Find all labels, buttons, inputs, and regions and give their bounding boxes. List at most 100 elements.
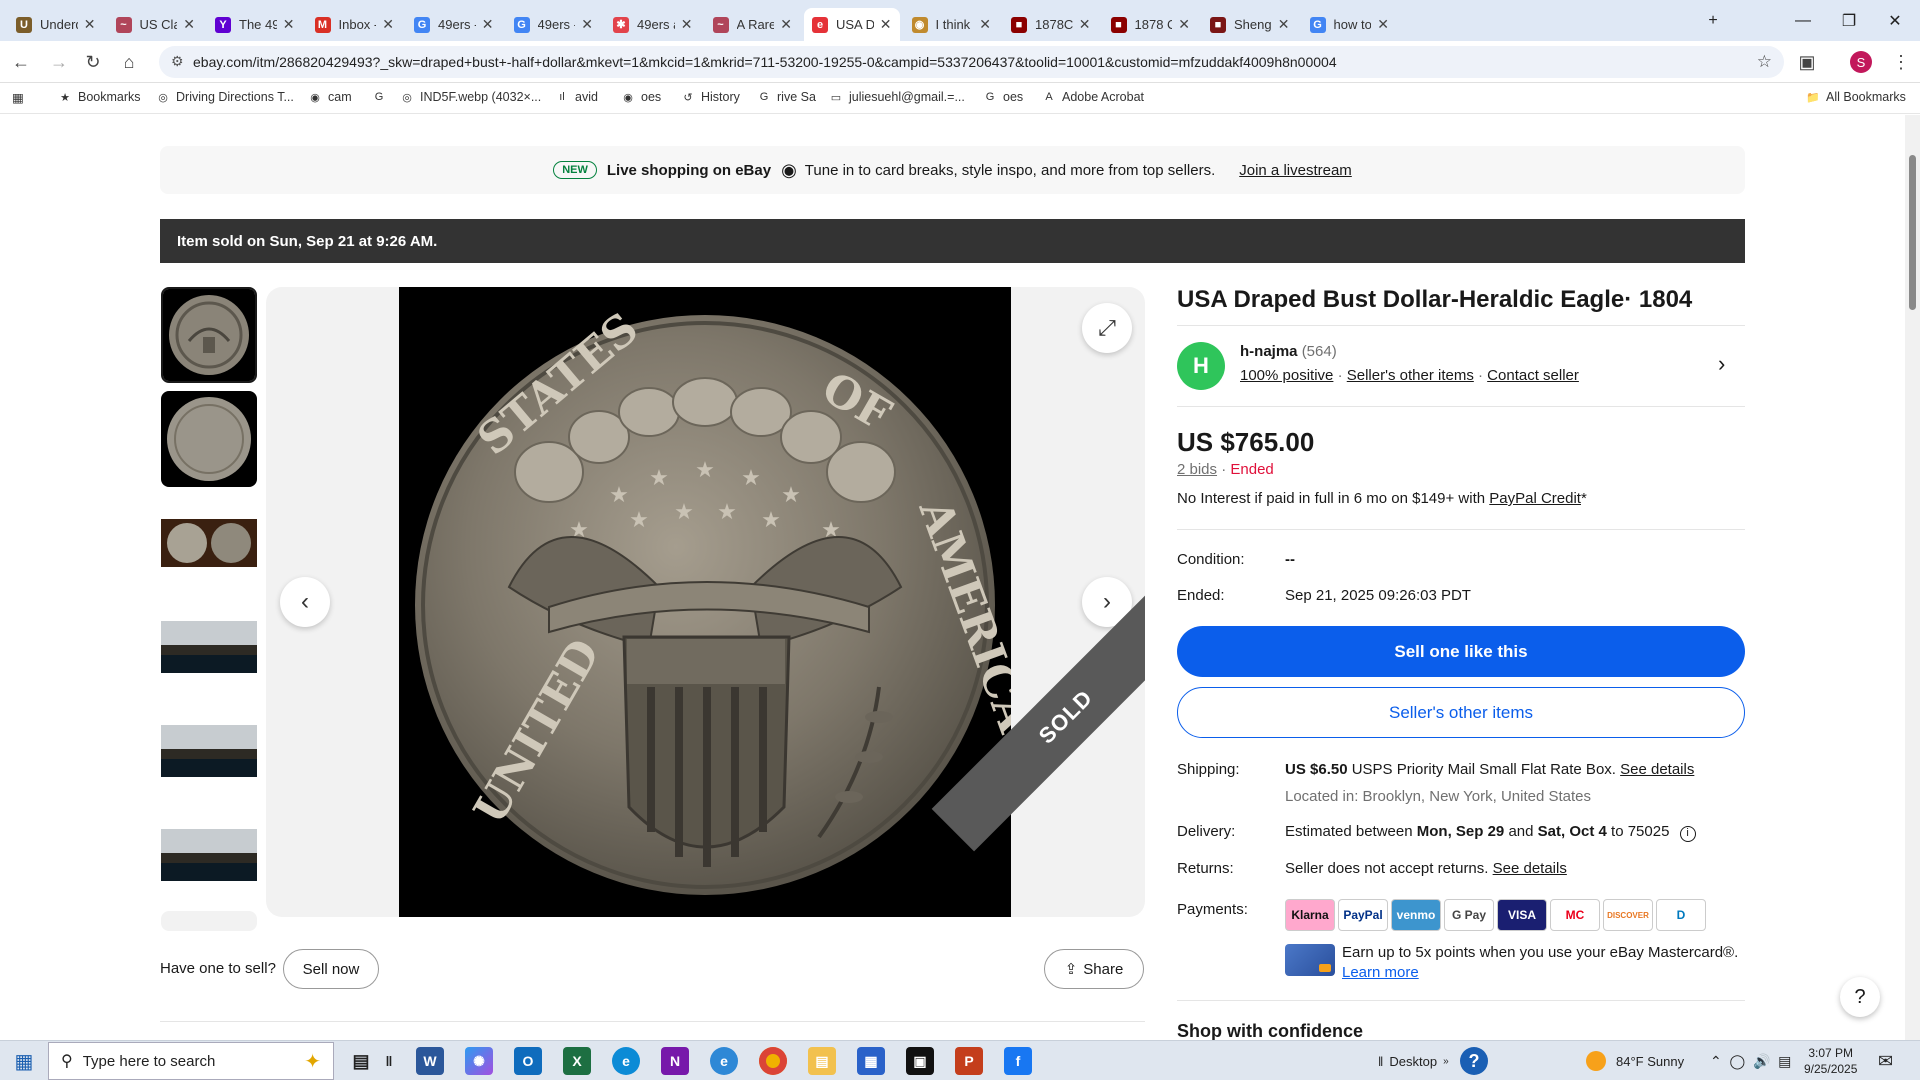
bids-link[interactable]: 2 bids xyxy=(1177,461,1217,478)
bookmark-item[interactable]: ▭ juliesuehl@gmail.=... xyxy=(829,90,965,104)
photos-icon[interactable]: ▣ xyxy=(906,1047,934,1075)
copilot-icon[interactable]: ✺ xyxy=(465,1047,493,1075)
tab-close-icon[interactable]: ✕ xyxy=(780,16,792,33)
tab-close-icon[interactable]: ✕ xyxy=(1278,16,1290,33)
browser-tab[interactable]: ■ 1878CC T ✕ xyxy=(1003,8,1099,41)
help-button[interactable]: ? xyxy=(1840,977,1880,1017)
browser-tab[interactable]: ■ Shengcoi ✕ xyxy=(1202,8,1298,41)
browser-tab[interactable]: ◉ I think Eb ✕ xyxy=(904,8,1000,41)
seller-other-items-link[interactable]: Seller's other items xyxy=(1347,367,1474,384)
sell-one-like-this-button[interactable]: Sell one like this xyxy=(1177,626,1745,677)
word-icon[interactable]: W xyxy=(416,1047,444,1075)
join-livestream-link[interactable]: Join a livestream xyxy=(1239,162,1352,179)
weather-widget[interactable]: 84°F Sunny xyxy=(1586,1041,1684,1081)
restore-button[interactable]: ❐ xyxy=(1826,0,1872,41)
home-icon[interactable]: ⌂ xyxy=(116,49,142,75)
task-view-icon[interactable]: ▤ xyxy=(347,1047,375,1075)
minimize-button[interactable]: — xyxy=(1780,0,1826,41)
desktop-toolbar[interactable]: ‖ Desktop» xyxy=(1378,1041,1449,1081)
facebook-icon[interactable]: f xyxy=(1004,1047,1032,1075)
close-window-button[interactable]: ✕ xyxy=(1872,0,1918,41)
bookmark-item[interactable]: ↺ History xyxy=(681,90,740,104)
thumbnail-5[interactable] xyxy=(161,703,257,799)
paypal-credit-link[interactable]: PayPal Credit xyxy=(1489,490,1581,507)
seller-positive-link[interactable]: 100% positive xyxy=(1240,367,1333,384)
edge-icon[interactable]: e xyxy=(612,1047,640,1075)
browser-tab[interactable]: Y The 49er ✕ xyxy=(207,8,303,41)
new-tab-button[interactable]: + xyxy=(1690,0,1736,41)
notifications-icon[interactable]: ✉ xyxy=(1878,1041,1893,1081)
outlook-icon[interactable]: O xyxy=(514,1047,542,1075)
main-image-viewer[interactable]: ★★★ ★★★ ★★★ ★★★★ xyxy=(266,287,1145,917)
previous-image-button[interactable]: ‹ xyxy=(280,577,330,627)
seller-name[interactable]: h-najma xyxy=(1240,343,1298,360)
chrome-icon[interactable] xyxy=(759,1047,787,1075)
browser-tab[interactable]: ~ US Classi ✕ xyxy=(108,8,204,41)
thumbnail-1[interactable] xyxy=(161,287,257,383)
browser-tab[interactable]: Ghow to ta ✕ xyxy=(1302,8,1398,41)
apps-grid-icon[interactable]: ▦ xyxy=(12,90,24,105)
bookmark-item[interactable]: ◉ oes xyxy=(621,90,661,104)
chevron-right-icon[interactable]: › xyxy=(1718,351,1725,377)
info-icon[interactable]: i xyxy=(1679,826,1696,842)
tab-close-icon[interactable]: ✕ xyxy=(681,16,693,33)
store-icon[interactable]: ▦ xyxy=(857,1047,885,1075)
bookmark-item[interactable]: ★ Bookmarks xyxy=(58,90,140,104)
forward-icon[interactable]: → xyxy=(46,49,72,75)
tab-close-icon[interactable]: ✕ xyxy=(880,16,892,33)
tab-close-icon[interactable]: ✕ xyxy=(382,16,394,33)
browser-tab[interactable]: ~ A Rarely ✕ xyxy=(705,8,801,41)
onenote-icon[interactable]: N xyxy=(661,1047,689,1075)
browser-tab[interactable]: e USA Drap ✕ xyxy=(804,8,900,41)
clock[interactable]: 3:07 PM 9/25/2025 xyxy=(1804,1041,1857,1081)
browser-tab[interactable]: M Inbox - b ✕ xyxy=(307,8,403,41)
tab-close-icon[interactable]: ✕ xyxy=(283,16,295,33)
thumbnail-2[interactable] xyxy=(161,391,257,487)
bookmark-item[interactable]: A Adobe Acrobat xyxy=(1042,90,1144,104)
system-tray-icons[interactable]: ⌃ ◯ 🔊 ▤ xyxy=(1710,1041,1791,1081)
scrollbar-thumb[interactable] xyxy=(1909,155,1916,310)
bookmark-star-icon[interactable]: ☆ xyxy=(1757,52,1772,72)
tab-close-icon[interactable]: ✕ xyxy=(979,16,991,33)
tab-close-icon[interactable]: ✕ xyxy=(1079,16,1091,33)
site-info-icon[interactable]: ⚙ xyxy=(171,53,184,70)
bookmark-item[interactable]: Grive Sa xyxy=(757,90,816,104)
contact-seller-link[interactable]: Contact seller xyxy=(1487,367,1579,384)
bookmark-item[interactable]: ◎ Driving Directions T... xyxy=(156,90,294,104)
share-button[interactable]: ⇪ Share xyxy=(1044,949,1144,989)
bookmark-item[interactable]: ıl avid xyxy=(555,90,598,104)
thumbnail-3[interactable] xyxy=(161,495,257,591)
menu-kebab-icon[interactable]: ⋮ xyxy=(1888,49,1914,75)
help-assistant-icon[interactable]: ? xyxy=(1460,1047,1488,1075)
bookmark-item[interactable]: Goes xyxy=(983,90,1023,104)
expand-icon[interactable]: ⤢ xyxy=(1082,303,1132,353)
profile-avatar[interactable]: S xyxy=(1850,51,1872,73)
all-bookmarks[interactable]: 📁 All Bookmarks xyxy=(1806,90,1906,104)
bookmark-item[interactable]: ◉ cam xyxy=(308,90,351,104)
powerpoint-icon[interactable]: P xyxy=(955,1047,983,1075)
thumbnail-4[interactable] xyxy=(161,599,257,695)
browser-tab[interactable]: ■ 1878 CC ✕ xyxy=(1103,8,1199,41)
tab-close-icon[interactable]: ✕ xyxy=(1178,16,1190,33)
excel-icon[interactable]: X xyxy=(563,1047,591,1075)
internet-explorer-icon[interactable]: e xyxy=(710,1047,738,1075)
browser-tab[interactable]: ✱ 49ers act ✕ xyxy=(605,8,701,41)
sell-now-button[interactable]: Sell now xyxy=(283,949,379,989)
bookmark-item[interactable]: ◎ IND5F.webp (4032×... xyxy=(400,90,541,104)
taskbar-search-box[interactable]: ⚲ Type here to search ✦ xyxy=(48,1042,334,1080)
reload-icon[interactable]: ↻ xyxy=(80,49,106,75)
sellers-other-items-button[interactable]: Seller's other items xyxy=(1177,687,1745,738)
page-scrollbar[interactable] xyxy=(1905,115,1920,1041)
seller-avatar[interactable]: H xyxy=(1177,342,1225,390)
tab-close-icon[interactable]: ✕ xyxy=(482,16,494,33)
browser-tab[interactable]: G 49ers - G ✕ xyxy=(406,8,502,41)
browser-tab[interactable]: U Underdo ✕ xyxy=(8,8,104,41)
thumbnail-7[interactable] xyxy=(161,911,257,931)
shipping-see-details-link[interactable]: See details xyxy=(1620,761,1694,778)
back-icon[interactable]: ← xyxy=(8,49,34,75)
thumbnail-6[interactable] xyxy=(161,807,257,903)
tab-search-icon[interactable]: ▣ xyxy=(1794,49,1820,75)
file-explorer-icon[interactable]: ▤ xyxy=(808,1047,836,1075)
tab-close-icon[interactable]: ✕ xyxy=(581,16,593,33)
browser-tab[interactable]: G 49ers - G ✕ xyxy=(506,8,602,41)
